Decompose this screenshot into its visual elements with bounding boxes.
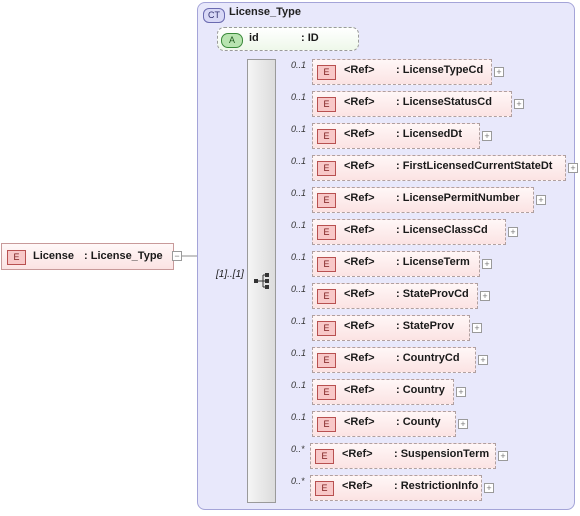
root-element-type: : License_Type [84, 250, 163, 262]
expand-toggle[interactable]: + [484, 483, 494, 493]
root-element-name: License [33, 250, 74, 262]
child-element-name: : LicenseStatusCd [396, 96, 492, 108]
child-element-multiplicity: 0..1 [291, 124, 307, 134]
expand-toggle[interactable]: + [482, 131, 492, 141]
child-element-ref: <Ref> [344, 352, 375, 364]
child-element-ref: <Ref> [344, 160, 375, 172]
expand-toggle[interactable]: + [482, 259, 492, 269]
root-element-badge: E [7, 250, 26, 265]
child-element-badge: E [317, 321, 336, 336]
expand-toggle[interactable]: + [478, 355, 488, 365]
child-element-badge: E [317, 193, 336, 208]
child-element-ref: <Ref> [342, 480, 373, 492]
collapse-toggle[interactable]: − [172, 251, 182, 261]
child-element-multiplicity: 0..1 [291, 412, 307, 422]
expand-toggle[interactable]: + [508, 227, 518, 237]
complex-type-title: License_Type [229, 6, 301, 18]
child-element-multiplicity: 0..1 [291, 156, 307, 166]
child-element-badge: E [317, 161, 336, 176]
attribute-badge: A [221, 33, 243, 48]
child-element-multiplicity: 0..1 [291, 284, 307, 294]
expand-toggle[interactable]: + [514, 99, 524, 109]
child-element-ref: <Ref> [342, 448, 373, 460]
child-element-badge: E [317, 385, 336, 400]
child-element-ref: <Ref> [344, 416, 375, 428]
child-element-name: : StateProv [396, 320, 455, 332]
child-element-name: : SuspensionTerm [394, 448, 490, 460]
child-element-multiplicity: 0..1 [291, 220, 307, 230]
child-element-multiplicity: 0..* [291, 476, 305, 486]
expand-toggle[interactable]: + [498, 451, 508, 461]
child-element-name: : LicenseTypeCd [396, 64, 484, 76]
child-element-name: : Country [396, 384, 445, 396]
child-element-multiplicity: 0..1 [291, 252, 307, 262]
child-element-multiplicity: 0..1 [291, 380, 307, 390]
child-element-name: : LicenseTerm [396, 256, 470, 268]
child-element-badge: E [315, 481, 334, 496]
complex-type-badge: CT [203, 8, 225, 23]
child-element-badge: E [317, 129, 336, 144]
child-element-name: : RestrictionInfo [394, 480, 479, 492]
expand-toggle[interactable]: + [456, 387, 466, 397]
child-element-name: : StateProvCd [396, 288, 469, 300]
child-element-ref: <Ref> [344, 320, 375, 332]
child-element-multiplicity: 0..1 [291, 188, 307, 198]
child-element-badge: E [317, 289, 336, 304]
child-element-ref: <Ref> [344, 64, 375, 76]
child-element-badge: E [317, 65, 336, 80]
expand-toggle[interactable]: + [472, 323, 482, 333]
child-element-multiplicity: 0..1 [291, 316, 307, 326]
child-element-badge: E [315, 449, 334, 464]
child-element-multiplicity: 0..1 [291, 92, 307, 102]
sequence-icon [254, 273, 269, 289]
sequence-multiplicity: [1]..[1] [216, 269, 244, 280]
child-element-badge: E [317, 257, 336, 272]
child-element-name: : CountryCd [396, 352, 460, 364]
child-element-ref: <Ref> [344, 256, 375, 268]
attribute-type: : ID [301, 32, 319, 44]
attribute-name: id [249, 32, 259, 44]
child-element-multiplicity: 0..* [291, 444, 305, 454]
child-element-ref: <Ref> [344, 384, 375, 396]
child-element-name: : FirstLicensedCurrentStateDt [396, 160, 553, 172]
child-element-multiplicity: 0..1 [291, 348, 307, 358]
child-element-ref: <Ref> [344, 192, 375, 204]
expand-toggle[interactable]: + [494, 67, 504, 77]
expand-toggle[interactable]: + [458, 419, 468, 429]
child-element-name: : LicensedDt [396, 128, 463, 140]
child-element-badge: E [317, 225, 336, 240]
child-element-badge: E [317, 417, 336, 432]
child-element-name: : LicensePermitNumber [396, 192, 520, 204]
child-element-name: : LicenseClassCd [396, 224, 488, 236]
child-element-ref: <Ref> [344, 128, 375, 140]
child-element-ref: <Ref> [344, 224, 375, 236]
child-element-ref: <Ref> [344, 96, 375, 108]
child-element-multiplicity: 0..1 [291, 60, 307, 70]
child-element-badge: E [317, 353, 336, 368]
expand-toggle[interactable]: + [568, 163, 578, 173]
child-element-name: : County [396, 416, 441, 428]
child-element-badge: E [317, 97, 336, 112]
expand-toggle[interactable]: + [536, 195, 546, 205]
expand-toggle[interactable]: + [480, 291, 490, 301]
child-element-ref: <Ref> [344, 288, 375, 300]
